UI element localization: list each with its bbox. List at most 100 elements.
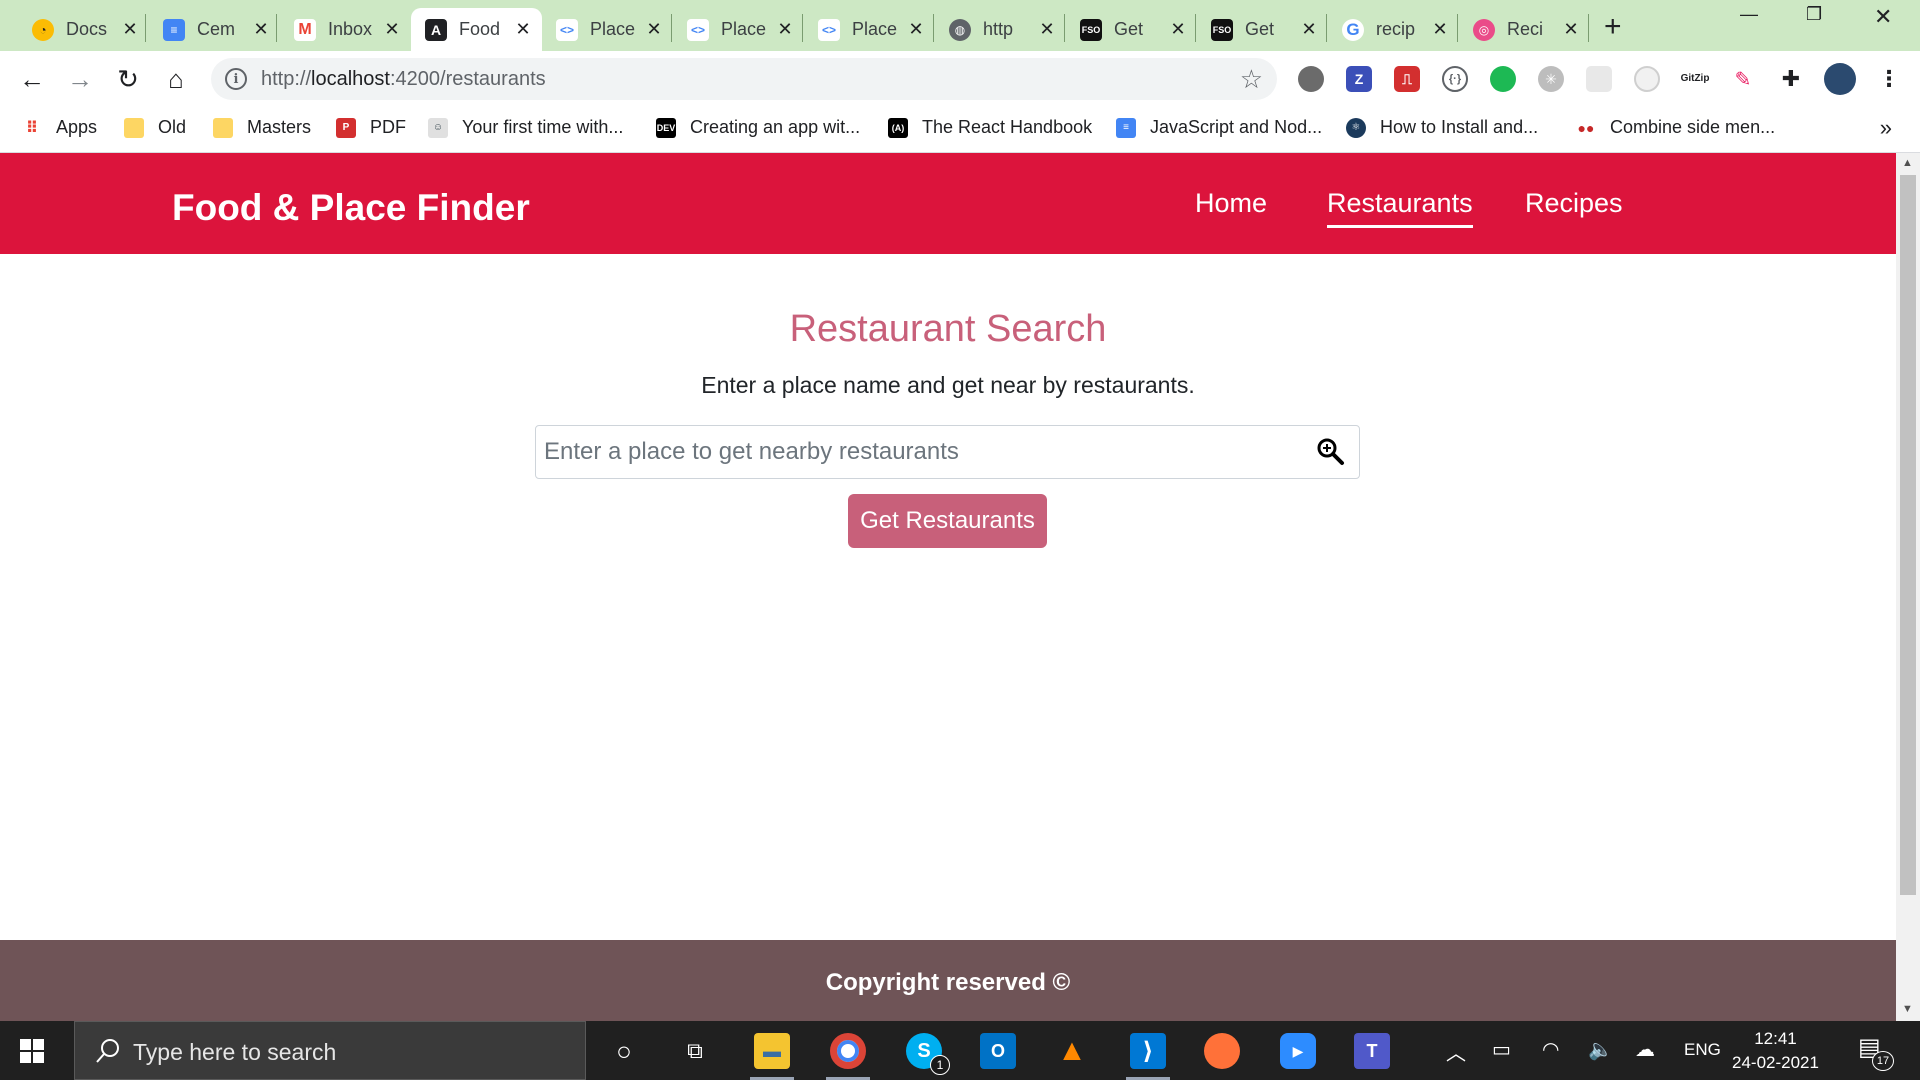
minimize-icon[interactable]: — (1740, 4, 1758, 25)
get-restaurants-button[interactable]: Get Restaurants (848, 494, 1047, 548)
person-icon: ☺ (428, 117, 448, 138)
task-view-icon[interactable]: ⧉ (677, 1033, 713, 1069)
close-icon[interactable]: ✕ (776, 19, 794, 40)
extension-grey-icon[interactable]: ✳ (1538, 66, 1564, 92)
extension-green-chat-icon[interactable] (1490, 66, 1516, 92)
browser-tab[interactable]: <> Place ✕ (542, 8, 673, 51)
extension-circle-icon[interactable] (1298, 66, 1324, 92)
vscode-icon[interactable]: ⟩ (1130, 1033, 1166, 1069)
close-icon[interactable]: ✕ (1169, 19, 1187, 40)
nav-restaurants-link[interactable]: Restaurants (1327, 188, 1473, 228)
place-search-input[interactable] (536, 426, 1296, 478)
close-icon[interactable]: ✕ (1562, 19, 1580, 40)
page-viewport: Food & Place Finder Home Restaurants Rec… (0, 153, 1896, 1021)
close-icon[interactable]: ✕ (252, 19, 270, 40)
close-icon[interactable]: ✕ (383, 19, 401, 40)
restore-icon[interactable]: ❐ (1806, 4, 1822, 25)
browser-tab[interactable]: M Inbox ✕ (280, 8, 411, 51)
onedrive-cloud-icon[interactable]: ☁ (1635, 1037, 1655, 1062)
taskbar-search-box[interactable]: Type here to search (74, 1021, 586, 1080)
system-clock[interactable]: 12:41 24-02-2021 (1732, 1027, 1819, 1075)
folder-icon (213, 117, 233, 138)
bookmark-apps[interactable]: ⠿ Apps (22, 117, 97, 138)
forward-arrow-icon[interactable]: → (62, 61, 98, 97)
nav-home-link[interactable]: Home (1195, 188, 1267, 219)
dribbble-icon: ◎ (1473, 18, 1495, 41)
atom-icon: ⚛ (1346, 117, 1366, 138)
window-close-icon[interactable]: ✕ (1874, 4, 1892, 30)
page-scrollbar[interactable]: ▲ ▼ (1896, 153, 1920, 1021)
windows-start-icon[interactable] (20, 1039, 44, 1063)
browser-tab[interactable]: FSO Get ✕ (1197, 8, 1328, 51)
wifi-icon[interactable]: ◠ (1542, 1037, 1559, 1062)
bookmark-old[interactable]: Old (124, 117, 186, 138)
color-picker-icon[interactable]: ✎ (1730, 66, 1756, 92)
url-text: http://localhost:4200/restaurants (261, 67, 546, 90)
close-icon[interactable]: ✕ (907, 19, 925, 40)
address-bar[interactable]: i http://localhost:4200/restaurants ☆ (211, 58, 1277, 100)
speaker-muted-icon[interactable]: 🔈 (1588, 1037, 1613, 1062)
close-icon[interactable]: ✕ (121, 19, 139, 40)
chrome-icon[interactable] (830, 1033, 866, 1069)
close-icon[interactable]: ✕ (1431, 19, 1449, 40)
bookmark-masters[interactable]: Masters (213, 117, 311, 138)
zoom-camera-icon[interactable]: ▶ (1280, 1033, 1316, 1069)
extensions-puzzle-icon[interactable]: ✚ (1778, 66, 1804, 92)
browser-tab[interactable]: G recip ✕ (1328, 8, 1459, 51)
reload-icon[interactable]: ↻ (110, 61, 146, 97)
close-icon[interactable]: ✕ (1300, 19, 1318, 40)
extension-z-icon[interactable]: Z (1346, 66, 1372, 92)
angular-icon: A (425, 18, 447, 41)
back-arrow-icon[interactable]: ← (14, 61, 50, 97)
scroll-thumb[interactable] (1900, 175, 1916, 895)
browser-tab[interactable]: ◎ Reci ✕ (1459, 8, 1590, 51)
language-indicator[interactable]: ENG (1684, 1040, 1721, 1060)
bookmark-dev[interactable]: DEV Creating an app wit... (656, 117, 860, 138)
battery-icon[interactable]: ▭ (1492, 1037, 1511, 1062)
close-icon[interactable]: ✕ (1038, 19, 1056, 40)
chrome-menu-icon[interactable]: ⋮ (1876, 66, 1902, 92)
cortana-icon[interactable]: ○ (606, 1033, 642, 1069)
bookmark-javascript[interactable]: ≡ JavaScript and Nod... (1116, 117, 1322, 138)
search-icon[interactable] (1315, 436, 1345, 466)
teams-icon[interactable]: T (1354, 1033, 1390, 1069)
bookmark-combine-side-menu[interactable]: ●● Combine side men... (1576, 117, 1775, 138)
profile-avatar[interactable] (1824, 63, 1856, 95)
site-info-icon[interactable]: i (225, 68, 247, 90)
extension-pattern-icon[interactable] (1586, 66, 1612, 92)
close-icon[interactable]: ✕ (645, 19, 663, 40)
bookmark-how-to-install[interactable]: ⚛ How to Install and... (1346, 117, 1538, 138)
notification-count-badge: 17 (1872, 1051, 1894, 1071)
nav-recipes-link[interactable]: Recipes (1525, 188, 1623, 219)
bookmark-pdf[interactable]: P PDF (336, 117, 406, 138)
firefox-icon[interactable] (1204, 1033, 1240, 1069)
close-icon[interactable]: ✕ (514, 19, 532, 40)
browser-tab[interactable]: ◔ Docs ✕ (18, 8, 149, 51)
new-tab-plus-icon[interactable]: + (1604, 10, 1622, 44)
file-explorer-icon[interactable]: ▬ (754, 1033, 790, 1069)
browser-tab[interactable]: <> Place ✕ (804, 8, 935, 51)
bookmark-react-handbook[interactable]: (A) The React Handbook (888, 117, 1092, 138)
brand-title[interactable]: Food & Place Finder (172, 187, 530, 229)
vlc-cone-icon[interactable]: ▲ (1054, 1033, 1090, 1069)
react-handbook-icon: (A) (888, 117, 908, 138)
browser-tab[interactable]: <> Place ✕ (673, 8, 804, 51)
browser-tab[interactable]: ≡ Cem ✕ (149, 8, 280, 51)
browser-tab[interactable]: ◍ http ✕ (935, 8, 1066, 51)
bookmark-star-icon[interactable]: ☆ (1240, 64, 1263, 95)
gitzip-icon[interactable]: GitZip (1681, 66, 1709, 92)
chevron-double-right-icon[interactable]: » (1880, 115, 1892, 141)
acrobat-pdf-icon[interactable]: ⎍ (1394, 66, 1420, 92)
bookmark-first-time[interactable]: ☺ Your first time with... (428, 117, 623, 138)
scroll-down-arrow-icon[interactable]: ▼ (1902, 1003, 1913, 1015)
browser-tab-active[interactable]: A Food ✕ (411, 8, 542, 51)
outlook-icon[interactable]: O (980, 1033, 1016, 1069)
extension-target-icon[interactable] (1634, 66, 1660, 92)
red-dots-icon: ●● (1576, 117, 1596, 138)
tray-chevron-up-icon[interactable]: ︿ (1446, 1037, 1466, 1066)
extension-brackets-icon[interactable]: {·} (1442, 66, 1468, 92)
tab-strip: ◔ Docs ✕ ≡ Cem ✕ M Inbox ✕ A Food ✕ <> P… (0, 0, 1920, 51)
scroll-up-arrow-icon[interactable]: ▲ (1902, 157, 1913, 169)
browser-tab[interactable]: FSO Get ✕ (1066, 8, 1197, 51)
home-icon[interactable]: ⌂ (158, 61, 194, 97)
